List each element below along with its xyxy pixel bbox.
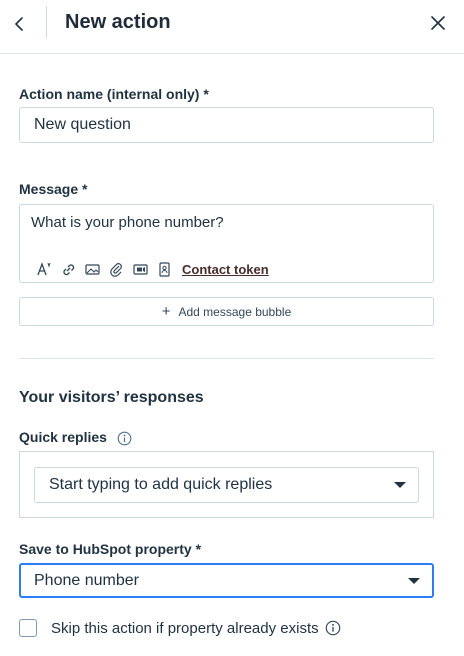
contact-token-link[interactable]: Contact token (182, 262, 269, 277)
action-name-input[interactable]: New question (19, 107, 434, 143)
video-button[interactable] (132, 261, 149, 278)
panel-header: New action (0, 0, 464, 54)
section-divider (19, 358, 434, 359)
link-icon (63, 263, 75, 275)
quick-replies-placeholder: Start typing to add quick replies (49, 476, 273, 493)
info-icon[interactable] (117, 431, 132, 446)
close-button[interactable] (426, 11, 450, 35)
quick-replies-label: Quick replies (19, 429, 107, 445)
quick-replies-label-row: Quick replies (19, 429, 132, 446)
close-icon (431, 16, 445, 30)
contact-token-button[interactable] (156, 261, 173, 278)
plus-icon: + (161, 303, 171, 320)
add-message-bubble-label: Add message bubble (178, 304, 292, 319)
image-button[interactable] (84, 261, 101, 278)
message-toolbar: Contact token (36, 260, 269, 278)
property-label: Save to HubSpot property * (19, 541, 202, 557)
hubspot-property-select[interactable]: Phone number (19, 563, 434, 598)
contact-card-icon (159, 261, 170, 277)
responses-section-title: Your visitors’ responses (19, 389, 204, 406)
message-label: Message * (19, 181, 88, 197)
message-text: What is your phone number? (31, 214, 224, 231)
quick-replies-select[interactable]: Start typing to add quick replies (34, 467, 419, 503)
message-editor[interactable]: What is your phone number? Contact token (19, 204, 434, 283)
info-icon[interactable] (325, 620, 341, 636)
caret-down-icon (408, 577, 420, 584)
skip-action-row: Skip this action if property already exi… (19, 617, 341, 639)
header-divider (46, 6, 47, 38)
text-style-icon (37, 261, 51, 275)
image-icon (85, 263, 100, 275)
chevron-left-icon (15, 17, 23, 31)
paperclip-icon (110, 262, 122, 277)
attachment-button[interactable] (108, 261, 125, 278)
caret-down-icon (394, 482, 406, 488)
action-name-label: Action name (internal only) * (19, 86, 209, 102)
skip-action-checkbox[interactable] (19, 619, 37, 637)
back-button[interactable] (8, 12, 32, 36)
panel-title: New action (65, 11, 171, 33)
video-icon (133, 263, 148, 275)
skip-action-label: Skip this action if property already exi… (51, 619, 319, 637)
add-message-bubble-button[interactable]: + Add message bubble (19, 297, 434, 326)
link-button[interactable] (60, 261, 77, 278)
quick-replies-container: Start typing to add quick replies (19, 451, 434, 518)
text-style-button[interactable] (36, 261, 53, 278)
action-name-value: New question (34, 116, 131, 133)
property-value: Phone number (34, 571, 139, 589)
